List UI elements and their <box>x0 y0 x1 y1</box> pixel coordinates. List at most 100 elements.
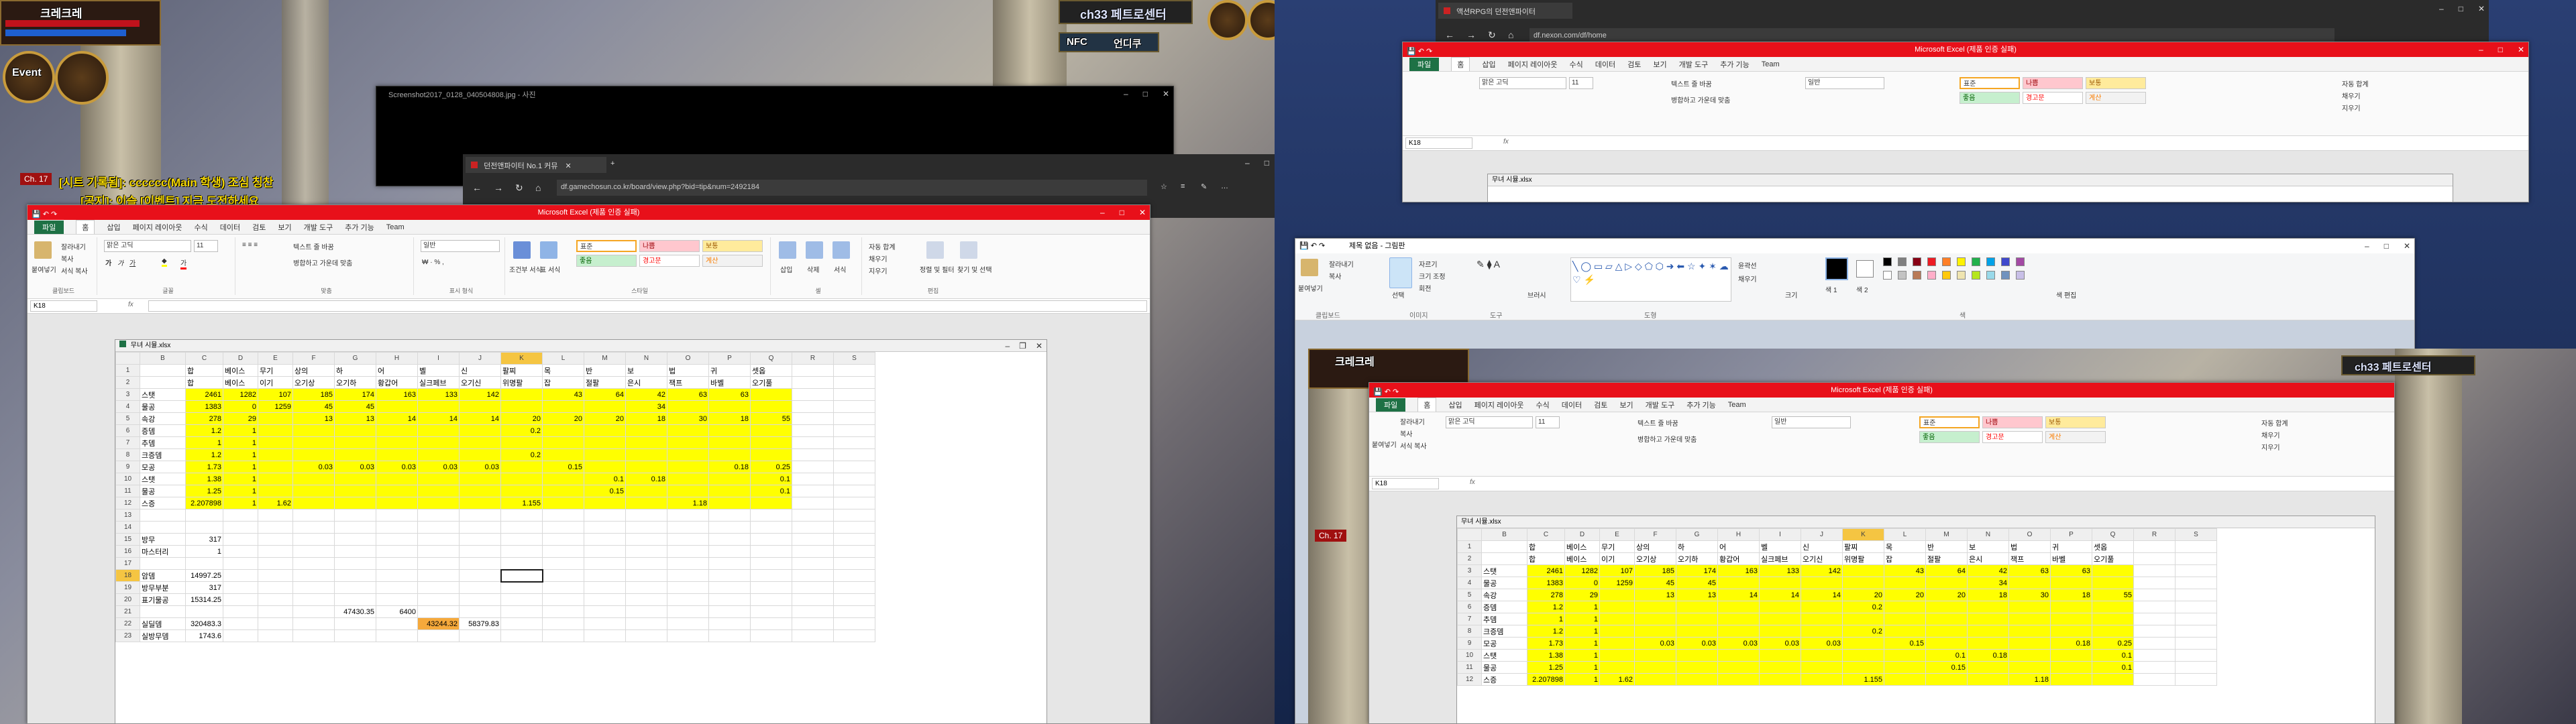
font-name-select[interactable]: 맑은 고딕 <box>104 240 191 252</box>
sort-filter-icon[interactable] <box>926 241 944 259</box>
cell[interactable]: 0.1 <box>750 485 792 497</box>
tab-home[interactable]: 홈 <box>1417 398 1437 412</box>
cell[interactable] <box>140 364 186 377</box>
cell[interactable]: 법 <box>2008 540 2051 553</box>
paste-button[interactable]: 붙여넣기 <box>1372 439 1397 449</box>
cell[interactable]: 베이스 <box>1564 552 1600 565</box>
cell[interactable]: 스탯 <box>1481 564 1527 577</box>
row-header[interactable]: 3 <box>1457 564 1482 577</box>
cell[interactable] <box>750 557 792 570</box>
cell[interactable] <box>792 629 834 642</box>
cell[interactable] <box>258 593 293 606</box>
cell[interactable]: 합 <box>185 376 223 389</box>
cell[interactable]: 13 <box>292 412 335 425</box>
cell[interactable] <box>376 497 418 509</box>
cell[interactable] <box>334 617 376 630</box>
cell[interactable] <box>750 593 792 606</box>
tab-formulas[interactable]: 수식 <box>1536 400 1550 410</box>
column-header[interactable]: R <box>2133 528 2176 541</box>
cell[interactable]: 1259 <box>1599 577 1635 589</box>
cell[interactable]: 14 <box>417 412 460 425</box>
cell[interactable] <box>417 497 460 509</box>
cell[interactable]: 실딜뎀 <box>140 617 186 630</box>
cell[interactable]: 크증뎀 <box>1481 625 1527 638</box>
insert-cells-icon[interactable] <box>779 241 796 259</box>
cell[interactable]: 0.25 <box>750 461 792 473</box>
corner-cell[interactable] <box>1457 528 1482 541</box>
cell[interactable] <box>459 533 501 546</box>
cell[interactable]: 증뎀 <box>140 424 186 437</box>
cell[interactable] <box>584 545 626 558</box>
cell[interactable] <box>750 436 792 449</box>
cell[interactable] <box>140 509 186 522</box>
color-swatch[interactable] <box>1957 271 1966 280</box>
format-cells-icon[interactable] <box>833 241 850 259</box>
cell[interactable] <box>1634 601 1676 613</box>
color-swatch[interactable] <box>1913 257 1921 266</box>
cell[interactable] <box>334 629 376 642</box>
cell[interactable]: 방무 <box>140 533 186 546</box>
number-format-select[interactable]: 일반 <box>421 240 500 252</box>
cell[interactable] <box>1842 649 1884 662</box>
cell[interactable]: 163 <box>1717 564 1760 577</box>
format-table-button[interactable]: 표 서식 <box>540 264 560 274</box>
row-header[interactable]: 2 <box>115 376 140 389</box>
cell[interactable]: 1.18 <box>667 497 709 509</box>
close-icon[interactable]: ✕ <box>2404 239 2410 253</box>
cell[interactable]: 163 <box>376 388 418 401</box>
cell[interactable]: 42 <box>1967 564 2009 577</box>
cell[interactable]: 어 <box>376 364 418 377</box>
cell[interactable] <box>1925 637 1968 650</box>
cell[interactable] <box>258 448 293 461</box>
cell[interactable]: 방무부분 <box>140 581 186 594</box>
cell[interactable]: 0.15 <box>1884 637 1926 650</box>
back-icon[interactable]: ← <box>1445 29 1454 40</box>
cell[interactable]: 오기상 <box>1634 552 1676 565</box>
style-warning[interactable]: 경고문 <box>639 255 700 267</box>
cell[interactable]: 스탯 <box>140 388 186 401</box>
cell[interactable] <box>2050 673 2092 686</box>
cell[interactable] <box>750 617 792 630</box>
column-header[interactable]: H <box>1717 528 1760 541</box>
cell[interactable]: 1 <box>223 461 258 473</box>
cell[interactable]: 20 <box>500 412 543 425</box>
cell[interactable] <box>334 436 376 449</box>
cell[interactable] <box>584 557 626 570</box>
cell[interactable] <box>376 617 418 630</box>
cell[interactable] <box>708 593 751 606</box>
style-calc[interactable]: 계산 <box>702 255 763 267</box>
cell[interactable] <box>292 509 335 522</box>
cell[interactable]: 실크페브 <box>1759 552 1801 565</box>
cell[interactable] <box>667 605 709 618</box>
cell[interactable] <box>542 448 584 461</box>
cell[interactable] <box>258 509 293 522</box>
cell[interactable] <box>667 461 709 473</box>
cell[interactable]: 보 <box>1967 540 2009 553</box>
cell[interactable] <box>1801 661 1843 674</box>
cell[interactable] <box>667 557 709 570</box>
cell[interactable] <box>1676 673 1718 686</box>
cell[interactable]: 0.03 <box>376 461 418 473</box>
cell[interactable] <box>2008 649 2051 662</box>
cell[interactable] <box>625 485 667 497</box>
number-format-select[interactable]: 일반 <box>1805 77 1884 89</box>
cell[interactable] <box>625 448 667 461</box>
row-header[interactable]: 20 <box>115 593 140 606</box>
cell[interactable] <box>459 448 501 461</box>
cell[interactable] <box>185 521 223 534</box>
cell[interactable]: 0 <box>1564 577 1600 589</box>
cell[interactable] <box>833 364 875 377</box>
cell[interactable] <box>292 485 335 497</box>
cell[interactable] <box>376 569 418 582</box>
cell[interactable] <box>1717 673 1760 686</box>
cell[interactable] <box>417 521 460 534</box>
style-calc[interactable]: 계산 <box>2086 92 2146 104</box>
cell[interactable] <box>292 581 335 594</box>
cell[interactable] <box>500 568 543 583</box>
cell[interactable] <box>185 557 223 570</box>
cell[interactable] <box>625 509 667 522</box>
cell[interactable]: 14 <box>1717 589 1760 601</box>
conditional-format-icon[interactable] <box>513 241 531 259</box>
row-header[interactable]: 7 <box>115 436 140 449</box>
cell[interactable] <box>792 509 834 522</box>
